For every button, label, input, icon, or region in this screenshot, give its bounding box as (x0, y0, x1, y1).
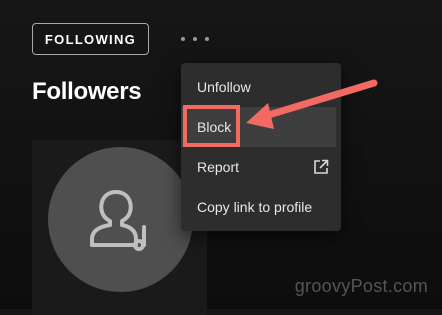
external-link-icon (314, 159, 329, 174)
menu-item-report[interactable]: Report (181, 147, 341, 187)
more-dot (193, 37, 197, 41)
menu-item-label: Copy link to profile (197, 199, 313, 215)
menu-item-label: Report (197, 159, 240, 175)
section-title: Followers (32, 78, 142, 105)
more-horizontal-icon (181, 37, 185, 41)
menu-item-copy-link[interactable]: Copy link to profile (181, 187, 341, 227)
user-music-icon (90, 190, 146, 251)
annotation-arrow (246, 79, 378, 129)
more-options-button[interactable] (181, 33, 209, 45)
watermark: groovyPost.com (294, 276, 428, 296)
highlight-box (183, 105, 240, 147)
more-dot (205, 37, 209, 41)
following-button[interactable]: FOLLOWING (32, 23, 149, 55)
avatar (48, 147, 193, 292)
